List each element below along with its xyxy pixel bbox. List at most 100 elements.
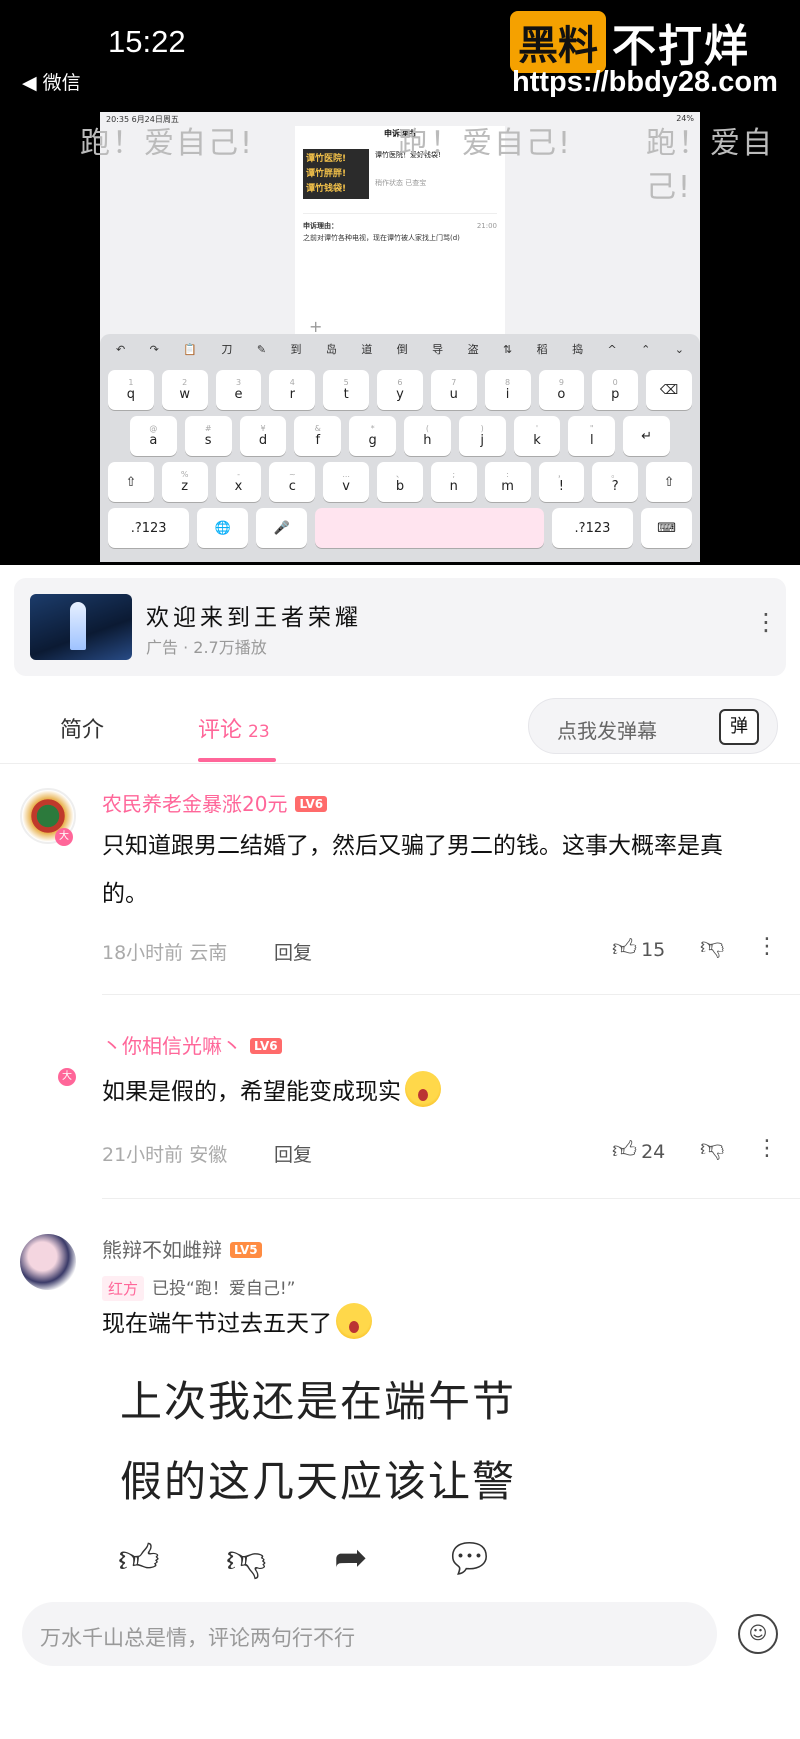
keyboard-key[interactable]: .?123 [108, 508, 190, 548]
comment-username[interactable]: 丶你相信光嘛丶 LV6 [102, 1030, 282, 1059]
keyboard-key[interactable] [315, 508, 544, 548]
keyboard-key[interactable]: % z [161, 462, 208, 502]
emoji-icon[interactable]: ☺ [738, 1614, 778, 1654]
tab-comments[interactable]: 评论 23 [198, 712, 270, 744]
key-hint: 9 [558, 378, 564, 387]
ad-thumbnail[interactable] [30, 594, 132, 660]
keyboard-key[interactable]: 5t [323, 370, 370, 410]
keyboard-key[interactable]: 3e [215, 370, 262, 410]
reply-button[interactable]: 回复 [274, 1140, 312, 1167]
vote-text: 已投“跑！爱自己!” [152, 1279, 296, 1299]
keyboard-key[interactable]: 🎤 [256, 508, 308, 548]
keyboard-key[interactable]: 7u [430, 370, 477, 410]
keyboard-key[interactable]: (h [403, 416, 451, 456]
key-label: d [258, 433, 268, 448]
keyboard-key[interactable]: 8i [484, 370, 531, 410]
comment-input[interactable]: 万水千山总是情，评论两句行不行 [22, 1602, 717, 1666]
keyboard-toolbar-item[interactable]: ✎ [257, 343, 266, 356]
tablet-keyboard: ↶ ↷ 📋 刀 ✎ 到岛道倒导盗 ⇅ 稻捣 ^ ⌃ ⌄ 1 q 2 w 3 e 4 r 5 t 6 y 7 u 8 i 9 o 0 p ⌫ … [100, 334, 700, 562]
keyboard-key[interactable]: 9o [538, 370, 585, 410]
keyboard-toolbar-item[interactable]: 📋 [183, 343, 197, 356]
keyboard-key[interactable]: 1q [108, 370, 154, 410]
keyboard-toolbar-item[interactable]: ⇅ [503, 343, 512, 356]
ad-card[interactable]: 欢迎来到王者荣耀 广告 · 2.7万播放 ⋮ [14, 578, 786, 676]
ad-title[interactable]: 欢迎来到王者荣耀 [146, 598, 362, 632]
keyboard-key[interactable]: ⇧ [108, 462, 154, 502]
keyboard-key[interactable]: 。? [592, 462, 639, 502]
keyboard-key[interactable]: .?123 [551, 508, 634, 548]
keyboard-toolbar-item[interactable]: ^ [607, 343, 616, 356]
key-hint: # [204, 424, 212, 433]
keyboard-key[interactable]: ¥ d [239, 416, 287, 456]
like-button[interactable]: 👍︎ 15 [612, 934, 665, 963]
tab-intro[interactable]: 简介 [60, 712, 104, 744]
keyboard-key[interactable]: " l [568, 416, 616, 456]
keyboard-key[interactable]: 0p [592, 370, 639, 410]
keyboard-toolbar-item[interactable]: 到 [290, 341, 301, 357]
keyboard-toolbar-item[interactable]: ⌄ [675, 343, 684, 356]
reply-button[interactable]: 回复 [274, 938, 312, 965]
keyboard-key[interactable]: ↵ [623, 416, 670, 456]
back-to-wechat[interactable]: ◀ 微信 [22, 68, 81, 95]
keyboard-key[interactable]: * g [349, 416, 396, 456]
key-hint: 、 [395, 470, 404, 479]
danmaku-input[interactable]: 点我发弹幕 弹 [528, 698, 778, 754]
keyboard-key[interactable]: ... v [323, 462, 370, 502]
comment-text: 现在端午节过去五天了 [102, 1300, 762, 1348]
keyboard-key[interactable]: :m [484, 462, 531, 502]
thumbs-down-icon[interactable]: 👎︎ [700, 932, 724, 961]
comment-input-placeholder: 万水千山总是情，评论两句行不行 [40, 1626, 355, 1650]
keyboard-key[interactable]: ; n [430, 462, 477, 502]
thumbs-down-icon[interactable]: 👎︎ [700, 1134, 724, 1163]
keyboard-key[interactable]: # s [184, 416, 232, 456]
keyboard-key[interactable]: 4r [269, 370, 316, 410]
keyboard-key[interactable]: ~ c [269, 462, 316, 502]
keyboard-key[interactable]: & f [294, 416, 342, 456]
tablet-card-thumbnail: 谭竹医院! 谭竹胖胖! 谭竹钱袋! [303, 149, 369, 199]
key-hint: 2 [182, 378, 188, 387]
thumbs-down-icon[interactable]: 👎︎ [226, 1535, 267, 1583]
key-label: p [611, 387, 620, 402]
keyboard-key[interactable]: ' k [513, 416, 561, 456]
keyboard-toolbar-item[interactable]: 捣 [572, 341, 583, 357]
keyboard-key[interactable]: ⇧ [646, 462, 692, 502]
keyboard-toolbar-item[interactable]: 导 [432, 341, 443, 357]
keyboard-toolbar-item[interactable]: 道 [361, 341, 372, 357]
keyboard-toolbar-item[interactable]: 稻 [537, 341, 548, 357]
keyboard-toolbar-item[interactable]: 盗 [468, 341, 479, 357]
key-hint: ; [452, 470, 456, 479]
keyboard-key[interactable]: ) j [458, 416, 506, 456]
like-button[interactable]: 👍︎ 24 [612, 1136, 665, 1165]
avatar[interactable] [20, 1234, 76, 1290]
keyboard-key[interactable]: ⌨ [641, 508, 692, 548]
comment-username[interactable]: 熊辩不如雌辩 LV5 [102, 1234, 262, 1263]
keyboard-key[interactable]: 🌐 [197, 508, 249, 548]
keyboard-key[interactable]: @ a [130, 416, 177, 456]
tablet-msg-time: 21:00 [476, 222, 497, 230]
comment-icon[interactable]: 💬︎ [444, 1535, 495, 1582]
keyboard-toolbar-item[interactable]: 岛 [326, 341, 337, 357]
comment-username[interactable]: 农民养老金暴涨20元 LV6 [102, 788, 328, 817]
keyboard-toolbar-item[interactable]: ⌃ [641, 343, 650, 356]
more-icon[interactable]: ⋮ [756, 934, 778, 959]
keyboard-toolbar-item[interactable]: 刀 [221, 341, 232, 357]
more-icon[interactable]: ⋮ [756, 1136, 778, 1161]
video-player[interactable]: 15:22 ◀ 微信 黑料 不打烊 https://bbdy28.com 2 0:… [0, 0, 800, 565]
more-icon[interactable]: ⋮ [754, 608, 778, 636]
keyboard-key[interactable]: -x [215, 462, 262, 502]
keyboard-key[interactable]: 2w [161, 370, 208, 410]
keyboard-toolbar-item[interactable]: 倒 [397, 341, 408, 357]
key-label: s [204, 433, 212, 448]
key-label: n [449, 479, 458, 494]
tablet-msg-text: 之前对谭竹各种电视，现在谭竹被人家找上门骂(d) [303, 234, 460, 242]
keyboard-key[interactable]: 6y [377, 370, 423, 410]
keyboard-key[interactable]: ，! [538, 462, 585, 502]
danmaku-icon[interactable]: 弹 [719, 709, 759, 745]
keyboard-toolbar-item[interactable]: ↷ [150, 343, 159, 356]
active-tab-indicator [198, 758, 276, 762]
keyboard-toolbar-item[interactable]: ↶ [116, 343, 125, 356]
thumbs-up-icon[interactable]: 👍︎ [118, 1535, 160, 1583]
keyboard-key[interactable]: ⌫ [646, 370, 692, 410]
share-icon[interactable]: ➦ [334, 1535, 368, 1581]
keyboard-key[interactable]: 、 b [377, 462, 423, 502]
